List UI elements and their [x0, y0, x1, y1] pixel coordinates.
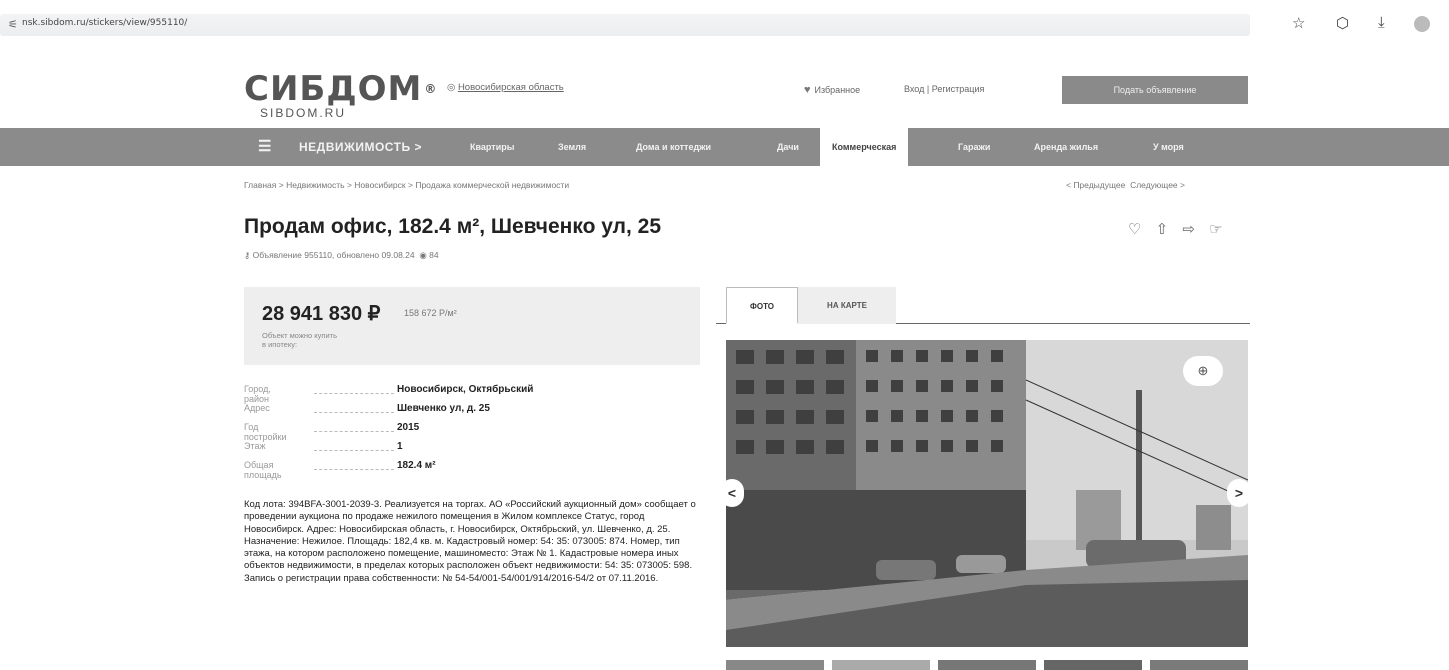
prop-value: 182.4 м²	[397, 460, 436, 471]
raise-icon[interactable]: ⇧	[1156, 221, 1169, 238]
heart-icon: ♥	[804, 84, 811, 96]
share-icon[interactable]: ⇨	[1182, 221, 1195, 238]
listing-photo[interactable]	[726, 340, 1248, 647]
prop-key: Общая площадь	[244, 460, 282, 480]
breadcrumb: Главная > Недвижимость > Новосибирск > П…	[244, 180, 569, 190]
breadcrumb-separator: >	[346, 180, 352, 190]
thumbnail[interactable]	[938, 660, 1036, 670]
gallery-prev-button[interactable]: <	[720, 479, 744, 507]
logo-reg-mark: ®	[424, 82, 438, 96]
menu-icon[interactable]: ☰	[258, 128, 271, 166]
listing-actions: ♡ ⇧ ⇨ ☞	[1118, 220, 1223, 238]
next-link[interactable]: Следующее >	[1130, 180, 1185, 190]
nav-item-seaside[interactable]: У моря	[1153, 128, 1184, 166]
breadcrumb-commercial-sale[interactable]: Продажа коммерческой недвижимости	[415, 180, 569, 190]
listing-id-updated: Объявление 955110, обновлено 09.08.24	[252, 250, 415, 260]
listing-pager: < Предыдущее Следующее >	[1066, 180, 1185, 190]
thumbnail-strip	[726, 660, 1248, 670]
prop-key: Город, район	[244, 384, 271, 404]
nav-item-land[interactable]: Земля	[558, 128, 586, 166]
download-icon[interactable]: ⤓	[1378, 14, 1385, 31]
profile-icon[interactable]	[1414, 16, 1430, 32]
thumbnail[interactable]	[1150, 660, 1248, 670]
nav-item-dachas[interactable]: Дачи	[777, 128, 799, 166]
extensions-icon[interactable]: ⬡	[1336, 14, 1349, 32]
price-box: 28 941 830 ₽ 158 672 Р/м² Объект можно к…	[244, 287, 700, 365]
listing-meta: ⚷ Объявление 955110, обновлено 09.08.24 …	[244, 250, 439, 261]
auth-links: Вход | Регистрация	[904, 84, 984, 94]
register-link[interactable]: Регистрация	[932, 84, 985, 94]
prop-key: Этаж	[244, 441, 266, 451]
favorite-heart-icon[interactable]: ♡	[1128, 221, 1141, 238]
nav-item-garages[interactable]: Гаражи	[958, 128, 990, 166]
thumbnail[interactable]	[1044, 660, 1142, 670]
views-count: 84	[429, 250, 439, 260]
complain-icon[interactable]: ☞	[1209, 221, 1222, 238]
prop-value: Шевченко ул, д. 25	[397, 403, 490, 414]
nav-item-houses[interactable]: Дома и коттеджи	[636, 128, 711, 166]
star-icon[interactable]: ☆	[1292, 14, 1305, 32]
location-icon: ◎	[447, 82, 456, 93]
region-link[interactable]: Новосибирская область	[458, 82, 564, 93]
breadcrumb-separator: >	[278, 180, 284, 190]
prop-value: Новосибирск, Октябрьский	[397, 384, 534, 395]
breadcrumb-home[interactable]: Главная	[244, 180, 276, 190]
building-photo	[726, 340, 1248, 647]
breadcrumb-separator: >	[407, 180, 413, 190]
tab-map[interactable]: НА КАРТЕ	[798, 287, 896, 324]
gallery-tabs: ФОТО НА КАРТЕ	[716, 287, 1250, 324]
prop-value: 1	[397, 441, 403, 452]
region-selector[interactable]: ◎ Новосибирская область	[447, 82, 564, 93]
views-icon: ◉	[419, 250, 427, 260]
favorites-label: Избранное	[814, 85, 861, 95]
gallery-next-button[interactable]: >	[1227, 479, 1251, 507]
previous-link[interactable]: < Предыдущее	[1066, 180, 1125, 190]
tab-photo[interactable]: ФОТО	[726, 287, 798, 324]
auth-separator: |	[926, 84, 930, 94]
favorites-link[interactable]: ♥ Избранное	[804, 84, 860, 96]
nav-item-apartments[interactable]: Квартиры	[470, 128, 514, 166]
page-title: Продам офис, 182.4 м², Шевченко ул, 25	[244, 215, 662, 238]
post-ad-button[interactable]: Подать объявление	[1062, 76, 1248, 104]
mortgage-note: Объект можно купить в ипотеку:	[262, 331, 337, 349]
browser-address-bar: ⚟ nsk.sibdom.ru/stickers/view/955110/ ☆ …	[0, 0, 1449, 42]
nav-realty-menu[interactable]: НЕДВИЖИМОСТЬ >	[299, 128, 422, 166]
zoom-icon[interactable]: ⊕	[1183, 356, 1223, 386]
thumbnail[interactable]	[726, 660, 824, 670]
nav-item-commercial[interactable]: Коммерческая	[820, 128, 909, 166]
listing-description: Код лота: 394BFA-3001-2039-3. Реализуетс…	[244, 499, 696, 584]
main-nav: ☰ НЕДВИЖИМОСТЬ > Квартиры Земля Дома и к…	[0, 128, 1449, 166]
url-text[interactable]: nsk.sibdom.ru/stickers/view/955110/	[22, 18, 187, 28]
tune-icon[interactable]: ⚟	[8, 18, 18, 31]
nav-item-rent[interactable]: Аренда жилья	[1034, 128, 1098, 166]
key-icon: ⚷	[244, 250, 251, 260]
login-link[interactable]: Вход	[904, 84, 924, 94]
site-logo[interactable]: СИБДОМ ® SIBDOM.RU	[244, 72, 437, 120]
breadcrumb-city[interactable]: Новосибирск	[354, 180, 405, 190]
price: 28 941 830 ₽	[262, 303, 381, 325]
breadcrumb-realty[interactable]: Недвижимость	[286, 180, 344, 190]
prop-key: Год постройки	[244, 422, 287, 442]
url-field[interactable]	[0, 14, 1250, 36]
thumbnail[interactable]	[832, 660, 930, 670]
price-per-m2: 158 672 Р/м²	[404, 308, 457, 318]
prop-value: 2015	[397, 422, 420, 433]
logo-text: СИБДОМ	[244, 69, 423, 109]
prop-key: Адрес	[244, 403, 270, 413]
